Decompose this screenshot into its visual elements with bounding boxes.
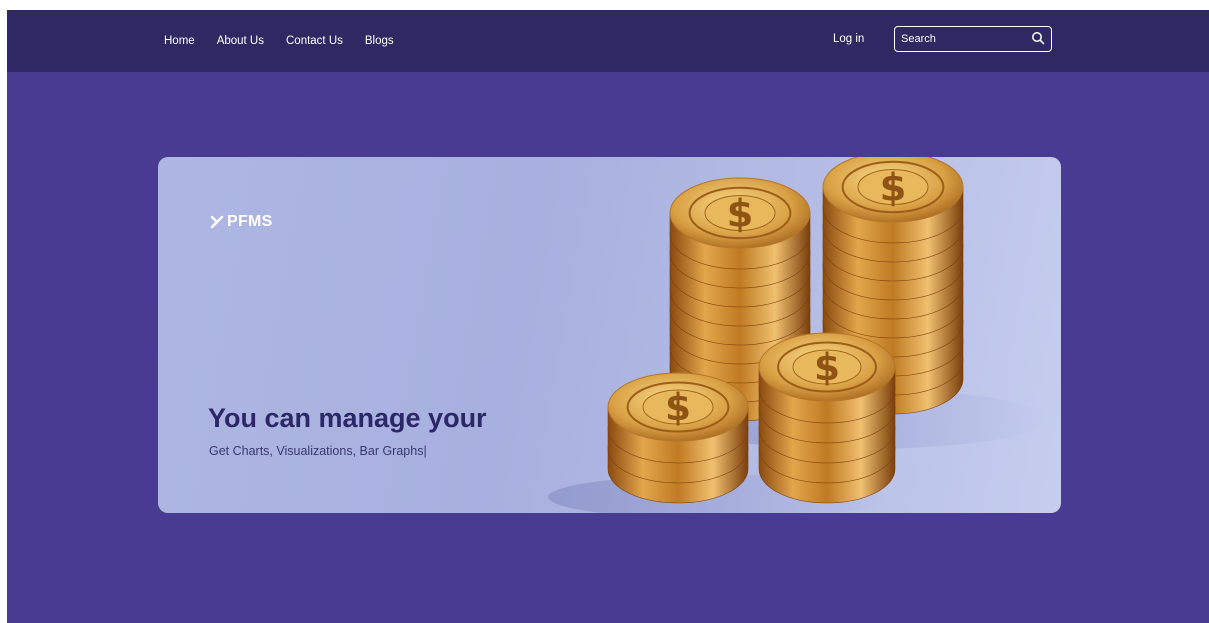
brand-x-icon — [210, 215, 224, 229]
search-input[interactable] — [901, 30, 1021, 48]
hero-subline: Get Charts, Visualizations, Bar Graphs| — [209, 444, 427, 458]
hero-headline: You can manage your — [208, 403, 487, 433]
brand-logo[interactable]: PFMS — [210, 213, 273, 231]
hero-banner: $ $ $ $ PFMS You can manage your Get Charts… — [158, 157, 1061, 513]
svg-text:$: $ — [727, 191, 754, 236]
gold-coin-stacks-image: $ $ $ $ — [548, 157, 1048, 513]
search-box[interactable] — [894, 26, 1052, 52]
nav-links: Home About Us Contact Us Blogs — [164, 10, 416, 72]
login-link[interactable]: Log in — [833, 33, 864, 45]
svg-text:$: $ — [814, 345, 840, 389]
page: Home About Us Contact Us Blogs Log in Se… — [7, 10, 1209, 623]
search-icon[interactable] — [1031, 31, 1045, 45]
nav-link-blogs[interactable]: Blogs — [365, 35, 394, 47]
nav-link-home[interactable]: Home — [164, 35, 195, 47]
nav-link-about-us[interactable]: About Us — [217, 35, 264, 47]
svg-text:$: $ — [880, 165, 907, 210]
top-navbar: Home About Us Contact Us Blogs Log in — [7, 10, 1209, 72]
svg-text:$: $ — [665, 385, 691, 429]
nav-link-contact-us[interactable]: Contact Us — [286, 35, 343, 47]
brand-name: PFMS — [227, 213, 273, 230]
